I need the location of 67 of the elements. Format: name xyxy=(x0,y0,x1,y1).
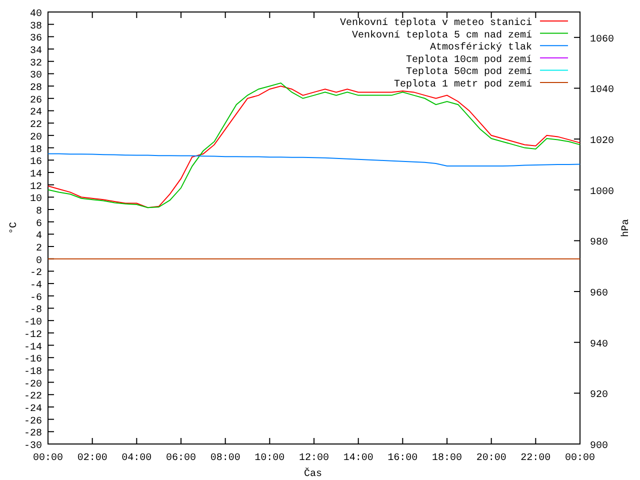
y-tick-label: -24 xyxy=(24,404,42,415)
x-tick-label: 04:00 xyxy=(122,453,152,464)
y-tick-label: -14 xyxy=(24,342,42,354)
y-tick-label: 6 xyxy=(36,218,42,230)
y-tick-label: 32 xyxy=(30,58,42,70)
x-axis-title: Čas xyxy=(304,469,322,480)
y2-axis-title: hPa xyxy=(621,219,632,237)
y-tick-label: -20 xyxy=(24,379,42,390)
x-tick-label: 08:00 xyxy=(210,453,240,464)
y-tick-label: -22 xyxy=(24,392,42,403)
y-tick-label: 40 xyxy=(30,9,42,20)
y-tick-label: -4 xyxy=(30,280,42,292)
y2-tick-label: 980 xyxy=(590,238,608,249)
y-tick-label: 26 xyxy=(30,95,42,106)
y-tick-label: 34 xyxy=(30,46,42,58)
x-tick-label: 20:00 xyxy=(476,453,506,464)
y-tick-label: 28 xyxy=(30,83,42,94)
y-tick-label: 2 xyxy=(36,244,42,255)
y-tick-label: -10 xyxy=(24,318,42,329)
y-tick-label: -28 xyxy=(24,428,42,440)
x-tick-label: 02:00 xyxy=(77,453,108,464)
legend-label: Teplota 50cm pod zemí xyxy=(406,67,532,78)
y2-tick-label: 960 xyxy=(590,288,608,300)
x-tick-label: 12:00 xyxy=(299,453,329,464)
y-axis-title: °C xyxy=(9,222,20,234)
y-tick-label: -26 xyxy=(24,416,42,428)
y-tick-label: 18 xyxy=(30,144,42,156)
x-tick-label: 22:00 xyxy=(520,453,551,464)
x-tick-label: 00:00 xyxy=(565,453,595,464)
y-tick-label: 36 xyxy=(30,34,42,45)
y-tick-label: -6 xyxy=(30,292,42,304)
x-tick-label: 16:00 xyxy=(388,453,418,464)
y2-tick-label: 920 xyxy=(590,390,608,402)
legend-label: Atmosférický tlak xyxy=(430,42,532,54)
y2-tick-label: 1000 xyxy=(590,186,614,198)
y-tick-label: 38 xyxy=(30,21,42,32)
y2-tick-label: 900 xyxy=(590,441,608,452)
y2-tick-label: 1020 xyxy=(590,136,614,148)
y-tick-label: 12 xyxy=(30,182,42,193)
y2-tick-label: 940 xyxy=(590,339,608,350)
legend-label: Venkovní teplota v meteo stanici xyxy=(340,18,532,29)
y-tick-label: 24 xyxy=(30,108,42,119)
y-tick-label: 10 xyxy=(30,194,42,206)
x-tick-label: 14:00 xyxy=(343,453,374,464)
y-tick-label: -2 xyxy=(30,268,42,280)
y2-tick-label: 1060 xyxy=(590,34,614,46)
x-tick-label: 06:00 xyxy=(166,453,196,464)
x-tick-label: 10:00 xyxy=(254,453,285,464)
y-tick-label: 0 xyxy=(36,256,42,267)
y-tick-label: 20 xyxy=(30,132,42,144)
y-tick-label: 4 xyxy=(36,231,42,242)
y-tick-label: -18 xyxy=(24,366,42,378)
y-tick-label: 16 xyxy=(30,157,42,168)
y-tick-label: 14 xyxy=(30,169,42,180)
y-tick-label: 8 xyxy=(36,206,42,218)
x-tick-label: 18:00 xyxy=(432,453,462,464)
y-tick-label: -30 xyxy=(24,441,42,452)
y-tick-label: 30 xyxy=(30,70,42,82)
y2-tick-label: 1040 xyxy=(590,85,614,96)
x-tick-label: 00:00 xyxy=(33,453,63,464)
y-tick-label: 22 xyxy=(30,120,42,132)
y-tick-label: -8 xyxy=(30,305,42,316)
legend-label: Teplota 1 metr pod zemí xyxy=(394,80,532,90)
y-tick-label: -12 xyxy=(24,330,42,341)
legend-label: Teplota 10cm pod zemí xyxy=(406,54,532,66)
legend-label: Venkovní teplota 5 cm nad zemí xyxy=(352,30,532,42)
y-tick-label: -16 xyxy=(24,354,42,366)
